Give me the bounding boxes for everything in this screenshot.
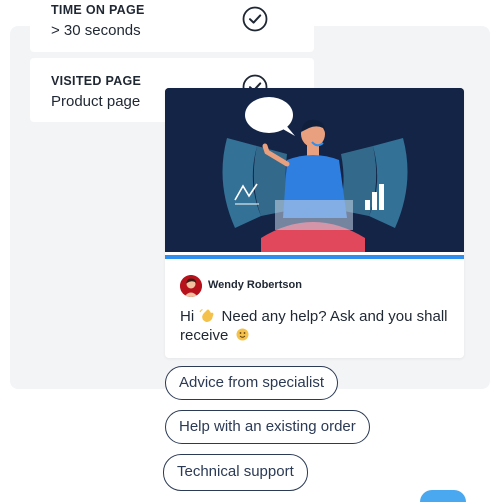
- chat-launcher-button[interactable]: [420, 490, 466, 502]
- support-agent-illustration: [165, 88, 464, 252]
- check-circle-icon: [242, 6, 268, 32]
- message-body: Need any help? Ask and you shall receive: [180, 308, 448, 344]
- message-greeting: Hi: [180, 308, 195, 325]
- rule-title: TIME ON PAGE: [51, 3, 145, 17]
- quick-reply-advice-from-specialist[interactable]: Advice from specialist: [165, 366, 339, 400]
- quick-reply-help-with-existing-order[interactable]: Help with an existing order: [165, 410, 370, 444]
- waving-hand-icon: [199, 309, 214, 322]
- rule-card-time-on-page: TIME ON PAGE > 30 seconds: [30, 0, 314, 52]
- chat-message: Hi Need any help? Ask and you shall rece…: [180, 307, 455, 345]
- smiling-face-icon: [236, 328, 249, 341]
- agent-name: Wendy Robertson: [208, 279, 302, 291]
- chat-widget-card: Wendy Robertson Hi Need any help? Ask an…: [165, 88, 464, 358]
- rule-value: Product page: [51, 93, 141, 110]
- rule-title: VISITED PAGE: [51, 74, 142, 88]
- quick-reply-technical-support[interactable]: Technical support: [163, 454, 308, 491]
- avatar: [180, 275, 202, 297]
- rule-value: > 30 seconds: [51, 22, 141, 39]
- accent-bar: [165, 255, 464, 259]
